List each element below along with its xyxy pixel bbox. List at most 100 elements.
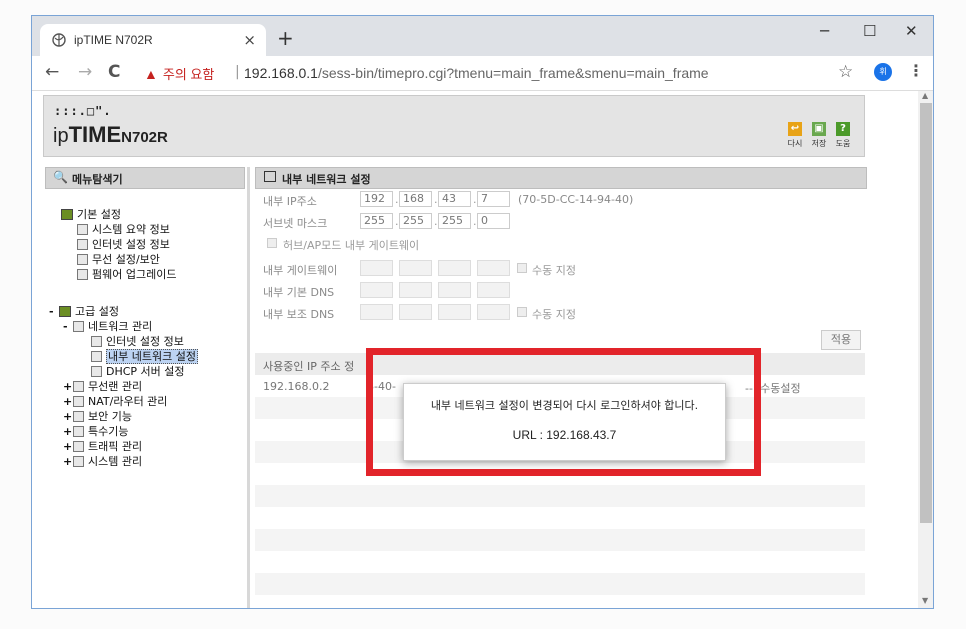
apply-button[interactable]: 적용 xyxy=(821,330,861,350)
ip-octet-1[interactable]: 192 xyxy=(360,191,393,207)
url-separator: | xyxy=(235,64,240,80)
security-warning[interactable]: ▲ 주의 요함 xyxy=(144,64,214,83)
dialog-url: URL : 192.168.43.7 xyxy=(512,428,617,442)
dns2-octet-2[interactable] xyxy=(399,304,432,320)
gateway-octet-1[interactable] xyxy=(360,260,393,276)
page-scrollbar[interactable]: ▲ ▼ xyxy=(918,91,933,608)
special-icon xyxy=(73,426,84,437)
back-button[interactable]: ← xyxy=(45,62,59,82)
tree-label: 내부 네트워크 설정 xyxy=(106,349,198,364)
dns2-octet-4[interactable] xyxy=(477,304,510,320)
forward-button[interactable]: → xyxy=(78,62,92,82)
save-button[interactable]: ▣ 저장 xyxy=(807,122,831,149)
tree-item-firmware[interactable]: 펌웨어 업그레이드 xyxy=(77,268,176,282)
maximize-button[interactable]: ☐ xyxy=(863,22,876,40)
tree-item-internet-settings[interactable]: 인터넷 설정 정보 xyxy=(91,335,184,349)
tree-item-lan-settings[interactable]: 내부 네트워크 설정 xyxy=(91,349,198,364)
tree-item-internet-info[interactable]: 인터넷 설정 정보 xyxy=(77,238,170,252)
mask-octet-4[interactable]: 0 xyxy=(477,213,510,229)
help-button[interactable]: ? 도움 xyxy=(831,122,855,149)
dns1-octet-3[interactable] xyxy=(438,282,471,298)
tree-label: 무선랜 관리 xyxy=(88,380,143,393)
tree-label: 트래픽 관리 xyxy=(88,440,143,453)
tree-label: 네트워크 관리 xyxy=(88,320,153,333)
reload-button[interactable]: C xyxy=(108,62,120,82)
mask-octet-1[interactable]: 255 xyxy=(360,213,393,229)
ip-octet-2[interactable]: 168 xyxy=(399,191,432,207)
scroll-down-arrow[interactable]: ▼ xyxy=(922,596,928,605)
scroll-up-arrow[interactable]: ▲ xyxy=(922,91,928,100)
tree-item-wireless-security[interactable]: 무선 설정/보안 xyxy=(77,253,160,267)
page-icon xyxy=(91,336,102,347)
close-window-button[interactable]: ✕ xyxy=(905,22,918,40)
tree-item-dhcp-settings[interactable]: DHCP 서버 설정 xyxy=(91,365,185,379)
menu-explorer-header: 🔍 메뉴탐색기 xyxy=(45,167,245,189)
undo-button[interactable]: ↩ 다시 xyxy=(783,122,807,149)
globe-icon xyxy=(52,33,66,47)
dot: . xyxy=(434,215,438,228)
logo-time: TIME xyxy=(68,122,122,147)
tree-basic-settings[interactable]: 기본 설정 xyxy=(61,208,121,222)
dns2-octet-1[interactable] xyxy=(360,304,393,320)
new-tab-button[interactable]: + xyxy=(277,26,294,50)
dns1-octet-1[interactable] xyxy=(360,282,393,298)
table-row-empty xyxy=(255,551,865,573)
expand-toggle[interactable]: + xyxy=(63,410,73,424)
wireless-icon xyxy=(73,381,84,392)
tree-label: 특수기능 xyxy=(88,425,129,438)
browser-tab[interactable]: ipTIME N702R × xyxy=(40,24,266,56)
dns-manual-checkbox[interactable] xyxy=(517,307,527,317)
tree-label: 보안 기능 xyxy=(88,410,132,423)
mask-octet-3[interactable]: 255 xyxy=(438,213,471,229)
lock-icon xyxy=(73,411,84,422)
tab-title: ipTIME N702R xyxy=(74,33,153,47)
router-icon xyxy=(73,396,84,407)
mask-octet-2[interactable]: 255 xyxy=(399,213,432,229)
hub-mode-checkbox[interactable] xyxy=(267,238,277,248)
profile-avatar[interactable]: 휘 xyxy=(874,63,892,81)
tree-advanced-settings[interactable]: - 고급 설정 xyxy=(49,305,119,319)
expand-toggle[interactable]: + xyxy=(63,455,73,469)
dns1-octet-4[interactable] xyxy=(477,282,510,298)
mac-address: (70-5D-CC-14-94-40) xyxy=(518,193,634,206)
expand-toggle[interactable]: + xyxy=(63,380,73,394)
collapse-toggle[interactable]: - xyxy=(63,320,73,334)
logo-model: N702R xyxy=(121,129,168,146)
tree-network-management[interactable]: - 네트워크 관리 xyxy=(63,320,152,334)
gateway-octet-3[interactable] xyxy=(438,260,471,276)
table-row-empty xyxy=(255,507,865,529)
expand-toggle[interactable]: + xyxy=(63,395,73,409)
close-tab-icon[interactable]: × xyxy=(243,31,256,49)
router-header: :::.□". ipTIMEN702R ↩ 다시 ▣ 저장 ? 도움 xyxy=(43,95,865,157)
tree-wireless-management[interactable]: + 무선랜 관리 xyxy=(63,380,142,394)
ip-octet-4[interactable]: 7 xyxy=(477,191,510,207)
gateway-octet-2[interactable] xyxy=(399,260,432,276)
dialog-message: 내부 네트워크 설정이 변경되어 다시 로그인하셔야 합니다. xyxy=(430,399,699,412)
expand-toggle[interactable]: + xyxy=(63,425,73,439)
bookmark-star-icon[interactable]: ☆ xyxy=(838,62,853,82)
dns2-octet-3[interactable] xyxy=(438,304,471,320)
tree-label: 시스템 관리 xyxy=(88,455,143,468)
gateway-octet-4[interactable] xyxy=(477,260,510,276)
help-icon: ? xyxy=(836,122,850,136)
browser-menu-icon[interactable]: ⋮ xyxy=(908,61,924,80)
browser-toolbar: ← → C ▲ 주의 요함 | 192.168.0.1/sess-bin/time… xyxy=(32,56,933,91)
ip-octet-3[interactable]: 43 xyxy=(438,191,471,207)
tree-item-system-summary[interactable]: 시스템 요약 정보 xyxy=(77,223,170,237)
tree-security[interactable]: + 보안 기능 xyxy=(63,410,132,424)
tree-special-features[interactable]: + 특수기능 xyxy=(63,425,128,439)
collapse-toggle[interactable]: - xyxy=(49,305,59,319)
lease-table-title: 사용중인 IP 주소 정 xyxy=(263,360,355,373)
dot: . xyxy=(395,193,399,206)
tree-traffic[interactable]: + 트래픽 관리 xyxy=(63,440,142,454)
dns1-octet-2[interactable] xyxy=(399,282,432,298)
gateway-manual-checkbox[interactable] xyxy=(517,263,527,273)
tree-nat-router[interactable]: + NAT/라우터 관리 xyxy=(63,395,167,409)
address-bar[interactable]: 192.168.0.1/sess-bin/timepro.cgi?tmenu=m… xyxy=(244,65,709,81)
tree-system-management[interactable]: + 시스템 관리 xyxy=(63,455,142,469)
ip-label: 내부 IP주소 xyxy=(263,195,317,208)
manual-label: 수동 지정 xyxy=(532,264,576,277)
minimize-button[interactable]: ─ xyxy=(820,22,829,40)
expand-toggle[interactable]: + xyxy=(63,440,73,454)
scroll-thumb[interactable] xyxy=(920,103,932,523)
